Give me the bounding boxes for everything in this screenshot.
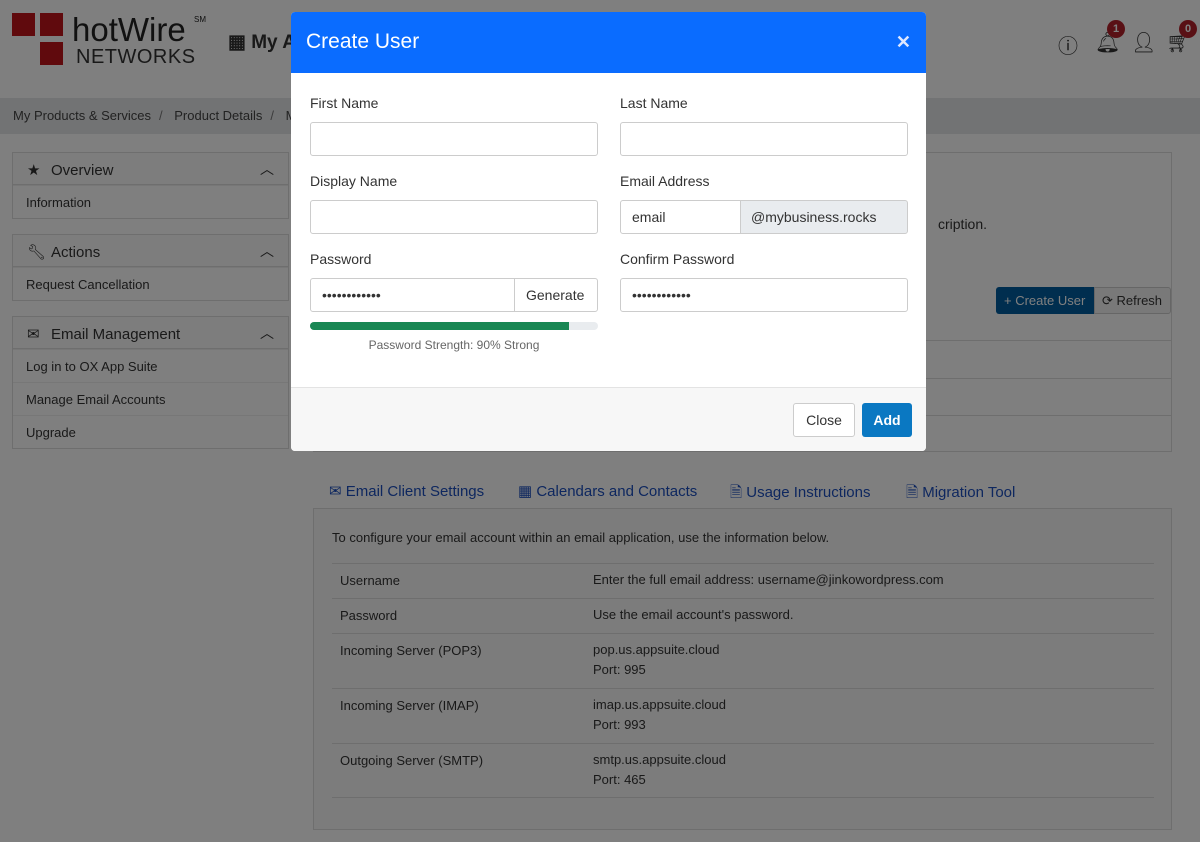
display-name-label: Display Name (310, 173, 398, 189)
password-strength-text: Password Strength: 90% Strong (368, 338, 540, 352)
first-name-label: First Name (310, 95, 379, 111)
modal-footer: Close Add (291, 387, 926, 451)
password-label: Password (310, 251, 372, 267)
first-name-input[interactable] (310, 122, 598, 156)
close-icon[interactable]: ✕ (896, 32, 911, 53)
confirm-password-input[interactable]: •••••••••••• (620, 278, 908, 312)
add-button[interactable]: Add (862, 403, 912, 437)
password-input[interactable]: •••••••••••• (310, 278, 515, 312)
create-user-modal: Create User ✕ First Name Last Name Displ… (291, 12, 926, 451)
close-button[interactable]: Close (793, 403, 855, 437)
generate-button[interactable]: Generate (514, 278, 598, 312)
display-name-input[interactable] (310, 200, 598, 234)
modal-title: Create User (306, 30, 420, 53)
email-label: Email Address (620, 173, 710, 189)
last-name-input[interactable] (620, 122, 908, 156)
password-strength-bar (310, 322, 598, 330)
email-input[interactable]: email (620, 200, 741, 234)
password-strength-fill (310, 322, 570, 330)
modal-header: Create User ✕ (291, 12, 926, 73)
confirm-password-label: Confirm Password (620, 251, 735, 267)
email-domain-addon: @mybusiness.rocks (740, 200, 908, 234)
last-name-label: Last Name (620, 95, 688, 111)
